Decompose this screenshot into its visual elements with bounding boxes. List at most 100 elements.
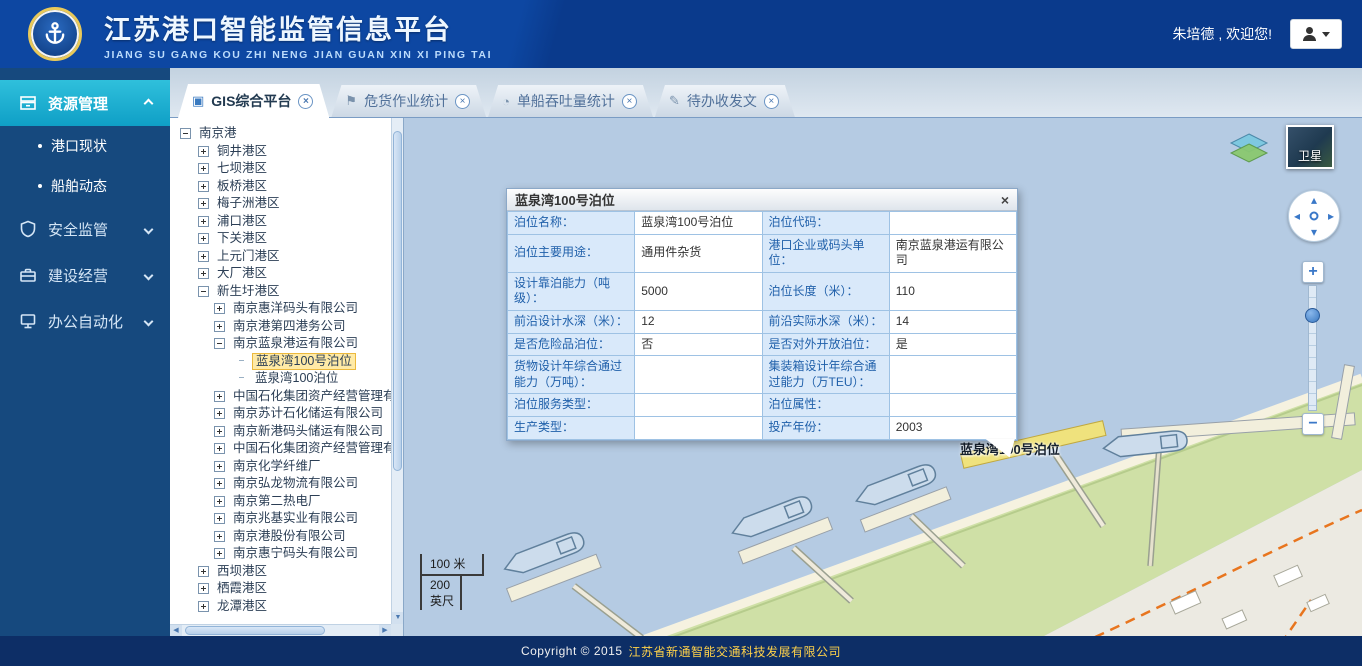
collapse-icon[interactable] bbox=[180, 128, 191, 139]
vertical-scrollbar[interactable]: ▼ bbox=[391, 118, 403, 624]
tree-node[interactable]: 南京港 bbox=[178, 125, 389, 143]
scroll-down-icon[interactable]: ▼ bbox=[392, 612, 404, 624]
satellite-toggle-button[interactable]: 卫星 bbox=[1286, 125, 1334, 169]
collapse-icon[interactable] bbox=[198, 286, 209, 297]
expand-icon[interactable] bbox=[214, 513, 225, 524]
expand-icon[interactable] bbox=[214, 408, 225, 419]
expand-icon[interactable] bbox=[198, 268, 209, 279]
tree-node[interactable]: 七坝港区 bbox=[178, 160, 389, 178]
tree-node[interactable]: 大厂港区 bbox=[178, 265, 389, 283]
sidebar-item-office-automation[interactable]: 办公自动化 bbox=[0, 298, 170, 344]
sidebar-subitem-port-status[interactable]: 港口现状 bbox=[0, 126, 170, 166]
expand-icon[interactable] bbox=[198, 216, 209, 227]
tree-node[interactable]: 南京新港码头储运有限公司 bbox=[178, 423, 389, 441]
expand-icon[interactable] bbox=[214, 531, 225, 542]
expand-icon[interactable] bbox=[198, 181, 209, 192]
tree-node-selected[interactable]: 蓝泉湾100号泊位 bbox=[178, 353, 389, 371]
pan-down-icon[interactable]: ▾ bbox=[1311, 226, 1317, 238]
tree-node[interactable]: 龙潭港区 bbox=[178, 598, 389, 616]
expand-icon[interactable] bbox=[198, 251, 209, 262]
tree-node[interactable]: 下关港区 bbox=[178, 230, 389, 248]
zoom-in-button[interactable]: + bbox=[1302, 261, 1324, 283]
pan-right-icon[interactable]: ▸ bbox=[1328, 210, 1334, 222]
tree-node[interactable]: 南京蓝泉港运有限公司 bbox=[178, 335, 389, 353]
tree-node[interactable]: 南京港第四港务公司 bbox=[178, 318, 389, 336]
tab-bar: ▣ GIS综合平台 × ⚑ 危货作业统计 × ◔ 单船吞吐量统计 × ✎ 待办收… bbox=[170, 68, 1362, 118]
tree-node[interactable]: 南京惠洋码头有限公司 bbox=[178, 300, 389, 318]
tree-node[interactable]: 板桥港区 bbox=[178, 178, 389, 196]
tree-node[interactable]: 南京第二热电厂 bbox=[178, 493, 389, 511]
tree-node[interactable]: 浦口港区 bbox=[178, 213, 389, 231]
scroll-left-icon[interactable]: ◀ bbox=[170, 625, 182, 637]
sidebar-subitem-ship-dynamics[interactable]: 船舶动态 bbox=[0, 166, 170, 206]
tab-label: GIS综合平台 bbox=[211, 91, 291, 111]
tree-node[interactable]: 南京港股份有限公司 bbox=[178, 528, 389, 546]
zoom-slider-handle[interactable] bbox=[1305, 308, 1320, 323]
expand-icon[interactable] bbox=[214, 303, 225, 314]
expand-icon[interactable] bbox=[214, 391, 225, 402]
tab-gis-platform[interactable]: ▣ GIS综合平台 × bbox=[178, 84, 329, 118]
tree-node[interactable]: 梅子洲港区 bbox=[178, 195, 389, 213]
tree-node[interactable]: 南京惠宁码头有限公司 bbox=[178, 545, 389, 563]
expand-icon[interactable] bbox=[214, 443, 225, 454]
scroll-right-icon[interactable]: ▶ bbox=[379, 625, 391, 637]
title-block: 江苏港口智能监管信息平台 JIANG SU GANG KOU ZHI NENG … bbox=[104, 8, 492, 61]
expand-icon[interactable] bbox=[214, 478, 225, 489]
zoom-out-button[interactable]: − bbox=[1302, 413, 1324, 435]
tab-dangerous-cargo-stats[interactable]: ⚑ 危货作业统计 × bbox=[331, 85, 486, 117]
close-icon[interactable]: × bbox=[298, 94, 313, 109]
sidebar-item-safety-supervision[interactable]: 安全监管 bbox=[0, 206, 170, 252]
tree-node-label: 新生圩港区 bbox=[214, 284, 283, 299]
tree-node[interactable]: 南京化学纤维厂 bbox=[178, 458, 389, 476]
sidebar-item-resource-management[interactable]: 资源管理 bbox=[0, 80, 170, 126]
expand-icon[interactable] bbox=[198, 146, 209, 157]
tree-node[interactable]: 南京兆基实业有限公司 bbox=[178, 510, 389, 528]
vertical-scrollbar-thumb[interactable] bbox=[393, 131, 402, 471]
horizontal-scrollbar-thumb[interactable] bbox=[185, 626, 325, 635]
user-menu-button[interactable] bbox=[1290, 19, 1342, 49]
expand-icon[interactable] bbox=[198, 233, 209, 244]
tree-node[interactable]: 南京弘龙物流有限公司 bbox=[178, 475, 389, 493]
zoom-slider[interactable] bbox=[1308, 285, 1317, 411]
tree-node[interactable]: 中国石化集团资产经营管理有 bbox=[178, 388, 389, 406]
close-icon[interactable]: × bbox=[1001, 193, 1009, 207]
field-value bbox=[889, 356, 1016, 394]
expand-icon[interactable] bbox=[214, 548, 225, 559]
horizontal-scrollbar[interactable]: ◀ ▶ bbox=[170, 624, 391, 636]
tree-node[interactable]: 蓝泉湾100泊位 bbox=[178, 370, 389, 388]
expand-icon[interactable] bbox=[198, 566, 209, 577]
chevron-down-icon bbox=[144, 224, 154, 234]
tree-node[interactable]: 栖霞港区 bbox=[178, 580, 389, 598]
tree-node-label: 南京港股份有限公司 bbox=[230, 529, 349, 544]
expand-icon[interactable] bbox=[214, 461, 225, 472]
expand-icon[interactable] bbox=[198, 198, 209, 209]
expand-icon[interactable] bbox=[214, 321, 225, 332]
map-pan-control[interactable]: ▴ ▾ ◂ ▸ bbox=[1288, 190, 1340, 242]
collapse-icon[interactable] bbox=[214, 338, 225, 349]
map-canvas[interactable]: 蓝泉湾100号泊位 卫星 ▴ ▾ ◂ ▸ bbox=[404, 118, 1362, 636]
map-layers-button[interactable] bbox=[1228, 132, 1270, 166]
tree-node[interactable]: 南京苏计石化储运有限公司 bbox=[178, 405, 389, 423]
tree-node[interactable]: 铜井港区 bbox=[178, 143, 389, 161]
tree-node[interactable]: 西坝港区 bbox=[178, 563, 389, 581]
user-icon bbox=[1303, 27, 1317, 41]
expand-icon[interactable] bbox=[214, 426, 225, 437]
tree-node[interactable]: 中国石化集团资产经营管理有 bbox=[178, 440, 389, 458]
pan-up-icon[interactable]: ▴ bbox=[1311, 194, 1317, 206]
pan-center-dot[interactable] bbox=[1310, 212, 1319, 221]
pan-left-icon[interactable]: ◂ bbox=[1294, 210, 1300, 222]
expand-icon[interactable] bbox=[198, 583, 209, 594]
close-icon[interactable]: × bbox=[455, 94, 470, 109]
sidebar-item-construction-operation[interactable]: 建设经营 bbox=[0, 252, 170, 298]
close-icon[interactable]: × bbox=[764, 94, 779, 109]
tab-ship-throughput-stats[interactable]: ◔ 单船吞吐量统计 × bbox=[488, 85, 653, 117]
expand-icon[interactable] bbox=[198, 601, 209, 612]
port-tree-panel: 南京港 铜井港区 七坝港区 板桥港区 梅子洲港区 浦口港区 下关港区 上元门港区… bbox=[170, 118, 404, 636]
expand-icon[interactable] bbox=[198, 163, 209, 174]
expand-icon[interactable] bbox=[214, 496, 225, 507]
tree-node[interactable]: 上元门港区 bbox=[178, 248, 389, 266]
field-label: 投产年份： bbox=[762, 416, 889, 439]
tab-pending-documents[interactable]: ✎ 待办收发文 × bbox=[655, 85, 795, 117]
close-icon[interactable]: × bbox=[622, 94, 637, 109]
tree-node[interactable]: 新生圩港区 bbox=[178, 283, 389, 301]
